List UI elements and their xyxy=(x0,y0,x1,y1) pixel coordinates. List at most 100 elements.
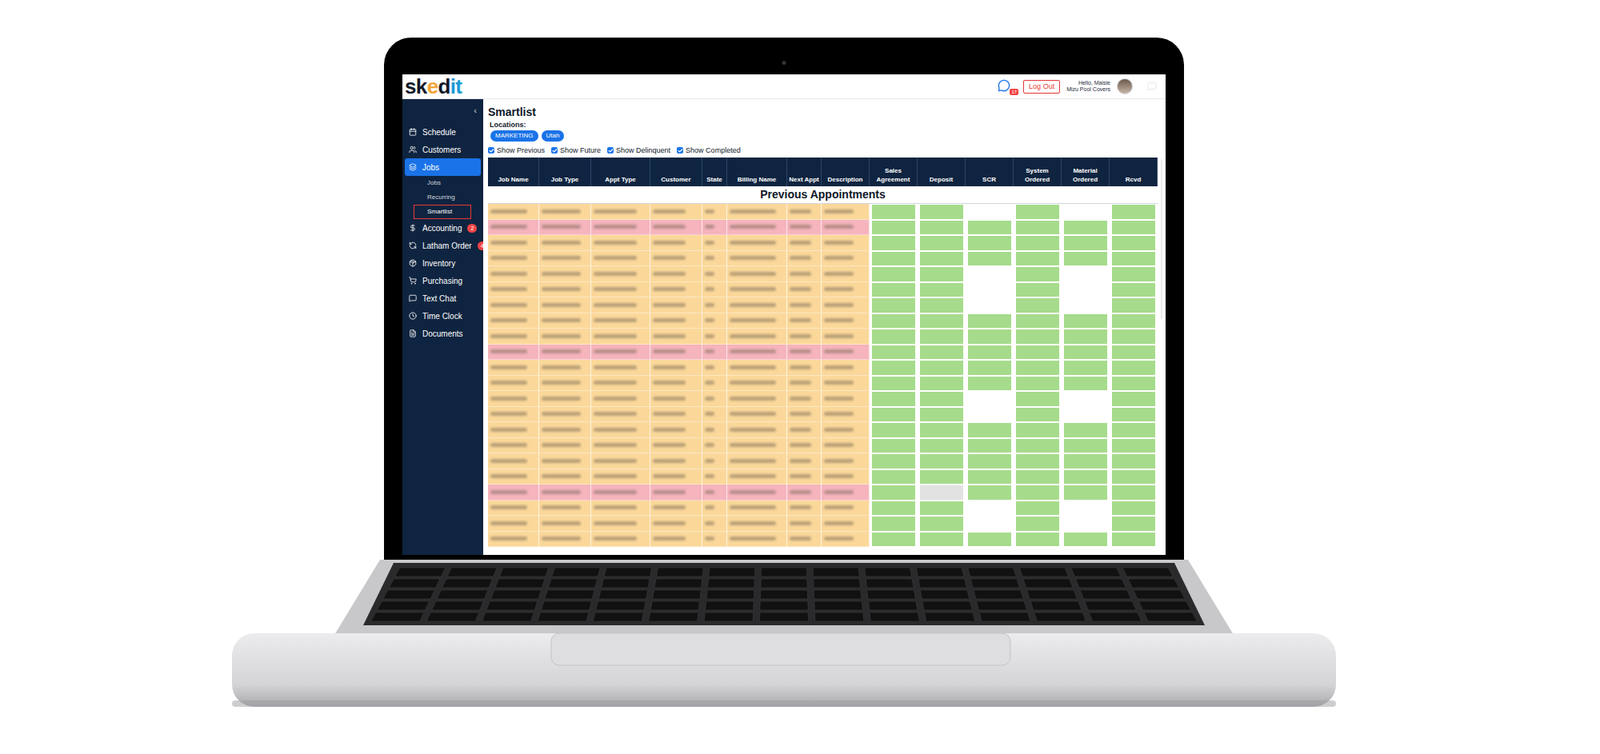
collapse-button[interactable]: ‹ xyxy=(473,106,477,116)
sidebar-item-icon xyxy=(408,294,417,303)
status-cell xyxy=(965,516,1014,532)
column-header[interactable]: Job Name xyxy=(488,157,540,187)
table-row[interactable] xyxy=(488,516,1158,532)
avatar[interactable] xyxy=(1116,78,1133,95)
table-row[interactable] xyxy=(488,391,1158,408)
status-cell xyxy=(917,391,966,408)
column-header[interactable]: Description xyxy=(821,157,870,187)
location-chip[interactable]: Utah xyxy=(541,130,565,142)
logout-button[interactable]: Log Out xyxy=(1023,80,1060,94)
sidebar-item[interactable]: Inventory xyxy=(404,254,481,272)
sidebar-subitem[interactable]: Smartlist xyxy=(413,204,472,220)
blurred-text xyxy=(789,272,812,276)
sidebar-item[interactable]: Accounting2 xyxy=(404,219,481,237)
sidebar-item[interactable]: Schedule xyxy=(404,123,481,141)
table-row[interactable] xyxy=(488,469,1158,486)
status-cell xyxy=(1061,438,1110,455)
sidebar-item[interactable]: Text Chat xyxy=(404,289,481,308)
message-icon[interactable] xyxy=(1147,81,1157,92)
status-cell xyxy=(917,516,966,532)
blurred-text xyxy=(824,287,854,292)
status-cell xyxy=(965,282,1014,299)
blurred-text xyxy=(704,428,715,432)
chat-button[interactable]: 17 xyxy=(997,79,1014,94)
status-cell xyxy=(1109,204,1158,220)
blurred-text xyxy=(704,521,715,526)
sidebar-item[interactable]: Documents xyxy=(404,324,481,343)
table-row[interactable] xyxy=(488,360,1158,376)
table-row[interactable] xyxy=(488,220,1158,236)
table-row[interactable] xyxy=(488,422,1158,439)
column-header[interactable]: Customer xyxy=(650,157,703,187)
status-cell xyxy=(1109,422,1158,439)
table-row[interactable] xyxy=(488,251,1158,268)
column-header[interactable]: Rcvd xyxy=(1109,157,1158,187)
blurred-text xyxy=(541,272,581,276)
sidebar-item[interactable]: Time Clock xyxy=(404,307,481,325)
table-row[interactable] xyxy=(488,297,1158,314)
column-header[interactable]: Next Appt xyxy=(787,157,822,187)
status-cell xyxy=(1109,469,1158,486)
blurred-text xyxy=(704,272,715,276)
status-cell xyxy=(1013,204,1062,220)
table-row[interactable] xyxy=(488,344,1158,361)
sidebar-item-icon xyxy=(408,329,417,338)
sidebar-subitem[interactable]: Recurring xyxy=(413,190,469,205)
status-cell xyxy=(869,532,918,548)
status-cell xyxy=(869,484,918,501)
sidebar-item[interactable]: Jobs xyxy=(404,158,481,176)
table-row[interactable] xyxy=(488,328,1158,345)
keyboard-icon xyxy=(371,568,1197,622)
table-row[interactable] xyxy=(488,266,1158,283)
column-header[interactable]: Job Type xyxy=(539,157,592,187)
blurred-text xyxy=(789,536,812,541)
blurred-text xyxy=(541,256,581,260)
status-cell xyxy=(1109,453,1158,470)
status-cell xyxy=(1013,282,1062,299)
column-header[interactable]: Material Ordered xyxy=(1061,157,1110,187)
sidebar-item[interactable]: Customers xyxy=(404,140,481,159)
logo[interactable]: skedit xyxy=(404,76,462,97)
blurred-text xyxy=(729,334,776,339)
column-header[interactable]: Sales Agreement xyxy=(869,157,918,187)
filter-checkbox[interactable]: Show Completed xyxy=(676,147,741,155)
table-row[interactable] xyxy=(488,484,1158,501)
status-cell xyxy=(1061,220,1110,236)
table-row[interactable] xyxy=(488,282,1158,299)
column-header[interactable]: System Ordered xyxy=(1013,157,1062,187)
blurred-text xyxy=(729,303,776,308)
blurred-text xyxy=(704,240,715,245)
table-row[interactable] xyxy=(488,235,1158,252)
column-header[interactable]: Billing Name xyxy=(727,157,788,187)
status-cell xyxy=(965,251,1014,268)
blurred-text xyxy=(593,209,637,214)
table-row[interactable] xyxy=(488,438,1158,455)
blurred-text xyxy=(824,318,854,323)
column-header[interactable]: State xyxy=(702,157,728,187)
status-cell xyxy=(965,344,1014,361)
column-header[interactable]: Deposit xyxy=(917,157,966,187)
sidebar-subitem[interactable]: Jobs xyxy=(413,176,455,191)
table-row[interactable] xyxy=(488,376,1158,392)
filter-checkbox[interactable]: Show Delinquent xyxy=(607,147,671,155)
scrollbar[interactable] xyxy=(1160,159,1163,320)
filter-checkbox[interactable]: Show Previous xyxy=(488,147,545,155)
blurred-text xyxy=(541,474,581,479)
table-row[interactable] xyxy=(488,204,1158,220)
column-header[interactable]: SCR xyxy=(965,157,1014,187)
status-cell xyxy=(917,220,966,236)
sidebar-item[interactable]: Latham Order4 xyxy=(404,236,481,255)
status-cell xyxy=(1061,391,1110,408)
table-row[interactable] xyxy=(488,500,1158,517)
filter-checkbox[interactable]: Show Future xyxy=(551,147,601,155)
status-cell xyxy=(965,297,1014,314)
column-header[interactable]: Appt Type xyxy=(591,157,651,187)
table-row[interactable] xyxy=(488,532,1158,548)
table-row[interactable] xyxy=(488,313,1158,330)
blurred-text xyxy=(789,365,812,370)
table-row[interactable] xyxy=(488,453,1158,470)
sidebar-item[interactable]: Purchasing xyxy=(404,272,481,290)
blurred-text xyxy=(729,240,776,245)
location-chip[interactable]: MARKETING xyxy=(490,130,539,142)
table-row[interactable] xyxy=(488,407,1158,424)
